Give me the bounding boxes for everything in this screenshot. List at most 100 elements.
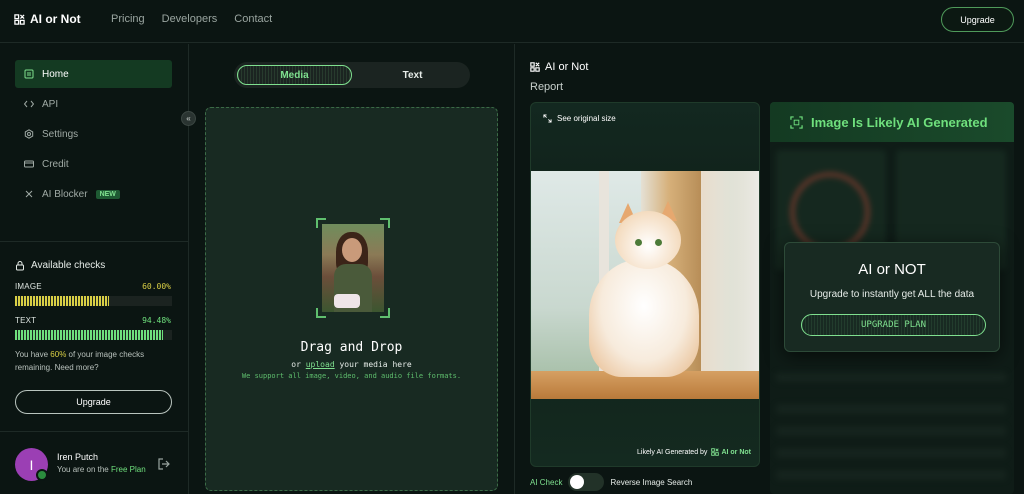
reverse-search-label[interactable]: Reverse Image Search (610, 478, 692, 487)
top-bar: AI or Not Pricing Developers Contact Upg… (0, 0, 1024, 43)
remaining-checks-text: You have 60% of your image checks remain… (15, 348, 175, 374)
image-checks-label: IMAGE (15, 282, 42, 291)
sidebar-item-api[interactable]: API (15, 90, 172, 118)
nav-contact[interactable]: Contact (234, 13, 272, 25)
report-brand-name: AI or Not (545, 61, 589, 73)
sidebar-item-ai-blocker[interactable]: AI Blocker NEW (15, 180, 172, 208)
home-icon (24, 69, 34, 79)
blurred-row (776, 448, 1006, 458)
see-original-label: See original size (557, 114, 616, 123)
sub-prefix: or (291, 360, 306, 369)
uploaded-thumbnail (316, 218, 390, 318)
logo-icon (530, 62, 540, 72)
brand-logo[interactable]: AI or Not (14, 12, 81, 26)
report-brand: AI or Not (530, 61, 588, 73)
image-cat-eye (655, 239, 662, 246)
supported-formats-note: We support all image, video, and audio f… (241, 372, 462, 380)
logout-icon[interactable] (157, 457, 171, 471)
blurred-row (776, 372, 1006, 382)
divider (0, 241, 189, 242)
top-upgrade-button[interactable]: Upgrade (941, 7, 1014, 32)
check-mode-switch[interactable] (568, 473, 605, 491)
nav-developers[interactable]: Developers (162, 13, 218, 25)
text-checks-value: 94.48% (142, 316, 171, 325)
upgrade-upsell-card: AI or NOT Upgrade to instantly get ALL t… (784, 242, 1000, 352)
verdict-header: Image Is Likely AI Generated (770, 102, 1014, 142)
image-curtain (701, 171, 759, 399)
logo-icon (14, 13, 25, 25)
likely-prefix: Likely AI Generated by (637, 448, 708, 456)
image-cat-body (589, 259, 699, 377)
upsell-title: AI or NOT (858, 261, 926, 278)
sidebar-item-label: Credit (42, 158, 69, 170)
sub-suffix: your media here (334, 360, 412, 369)
text-checks-fill (15, 330, 164, 340)
blurred-row (776, 470, 1006, 480)
tab-media[interactable]: Media (237, 65, 353, 85)
image-cat-eye (635, 239, 642, 246)
nav-pricing[interactable]: Pricing (111, 13, 145, 25)
analyzed-image (531, 171, 759, 399)
sidebar-upgrade-button[interactable]: Upgrade (15, 390, 172, 414)
upsell-subtitle: Upgrade to instantly get ALL the data (809, 289, 975, 300)
drag-drop-title: Drag and Drop (300, 340, 403, 355)
text-checks-label: TEXT (15, 316, 37, 325)
sidebar-item-label: Settings (42, 128, 79, 140)
thumb-face (342, 238, 362, 262)
blurred-gauge (790, 172, 870, 252)
image-checks-bar (15, 296, 172, 306)
sidebar-item-label: API (42, 98, 59, 110)
main-nav: Pricing Developers Contact (111, 13, 272, 25)
report-title: Report (530, 81, 564, 93)
blurred-row (776, 404, 1006, 414)
upload-panel: Media Text Drag and Drop or upload your … (190, 44, 515, 494)
new-badge: NEW (95, 189, 120, 199)
remaining-percent: 60% (50, 350, 67, 359)
close-icon (25, 190, 33, 198)
remaining-prefix: You have (15, 350, 51, 359)
thumbnail-image (322, 224, 384, 312)
plan-name[interactable]: Free Plan (111, 465, 146, 474)
user-name: Iren Putch (57, 452, 99, 462)
image-checks-value: 60.00% (142, 282, 171, 291)
lock-icon (16, 260, 24, 270)
available-checks-heading: Available checks (15, 260, 105, 271)
logo-icon (711, 448, 720, 456)
ai-check-label[interactable]: AI Check (530, 478, 562, 487)
upgrade-plan-button[interactable]: UPGRADE PLAN (801, 314, 986, 336)
report-panel: AI or Not Report See original size Likel… (516, 44, 1024, 494)
thumb-cake (334, 294, 360, 308)
scan-icon (790, 115, 803, 129)
gear-icon (24, 129, 34, 139)
drag-drop-subtitle: or upload your media here (206, 360, 497, 369)
likely-brand: AI or Not (711, 448, 751, 456)
available-checks-title: Available checks (31, 260, 106, 271)
switch-knob (570, 475, 585, 489)
verified-badge-icon (36, 469, 48, 481)
card-icon (24, 160, 34, 168)
sidebar-item-label: Home (42, 68, 69, 80)
check-mode-switch-row: AI Check Reverse Image Search (530, 473, 692, 491)
sidebar-item-label: AI Blocker (42, 188, 88, 200)
tab-text[interactable]: Text (355, 62, 470, 88)
drop-zone[interactable]: Drag and Drop or upload your media here … (205, 107, 498, 491)
analyzed-image-card: See original size Likely AI Generated by… (530, 102, 760, 467)
divider (0, 431, 189, 432)
sidebar-item-home[interactable]: Home (15, 60, 172, 88)
likely-ai-caption: Likely AI Generated by AI or Not (637, 448, 751, 456)
text-checks-bar (15, 330, 172, 340)
blurred-row (776, 426, 1006, 436)
sidebar-item-settings[interactable]: Settings (15, 120, 172, 148)
upload-link[interactable]: upload (306, 360, 335, 369)
sidebar: Home API Settings Credit AI Blocker NEW … (0, 44, 196, 494)
expand-icon (543, 114, 552, 123)
verdict-text: Image Is Likely AI Generated (811, 114, 988, 130)
media-text-toggle: Media Text (234, 62, 470, 88)
user-plan: You are on the Free Plan (57, 465, 146, 474)
sidebar-item-credit[interactable]: Credit (15, 150, 172, 178)
code-icon (24, 100, 34, 108)
see-original-size-button[interactable]: See original size (543, 114, 616, 123)
image-cat-head (615, 211, 681, 269)
image-checks-fill (15, 296, 110, 306)
likely-brand-name: AI or Not (721, 448, 751, 456)
